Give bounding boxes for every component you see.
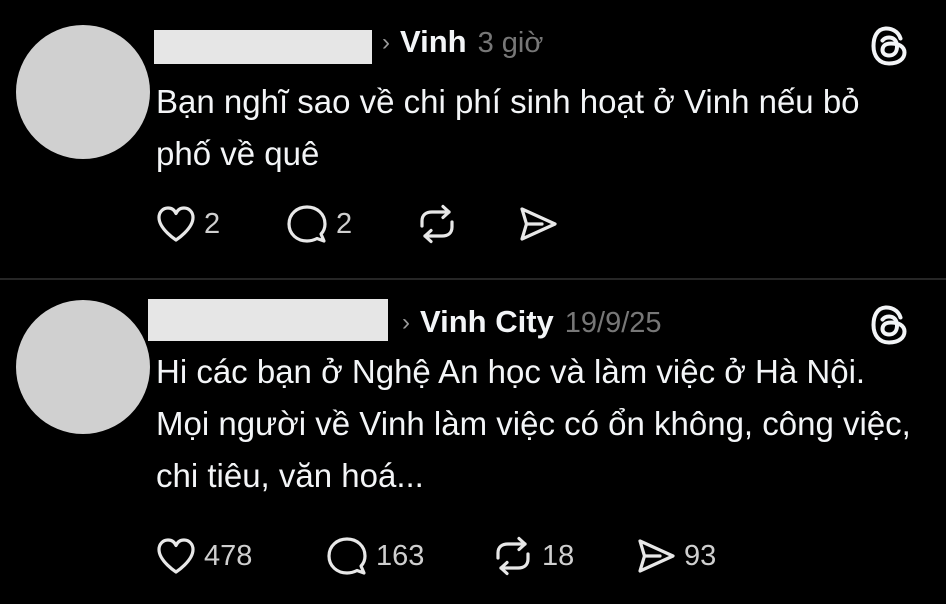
threads-logo-icon[interactable] bbox=[870, 25, 908, 67]
comment-icon bbox=[327, 537, 367, 575]
post-header: › Vinh City 19/9/25 bbox=[402, 304, 662, 340]
repost-button[interactable] bbox=[416, 202, 466, 246]
share-button[interactable]: 93 bbox=[636, 534, 716, 578]
repost-count: 18 bbox=[542, 539, 575, 572]
community-name[interactable]: Vinh bbox=[400, 24, 467, 60]
heart-icon bbox=[157, 206, 195, 242]
chevron-right-icon: › bbox=[382, 29, 390, 56]
share-icon bbox=[638, 539, 675, 573]
post-card[interactable]: › Vinh City 19/9/25 Hi các bạn ở Nghệ An… bbox=[0, 280, 946, 604]
repost-button[interactable]: 18 bbox=[492, 534, 574, 578]
share-count: 93 bbox=[684, 539, 717, 572]
avatar[interactable] bbox=[16, 25, 150, 159]
like-button[interactable]: 478 bbox=[156, 534, 252, 578]
avatar[interactable] bbox=[16, 300, 150, 434]
reply-button[interactable]: 163 bbox=[326, 534, 424, 578]
community-name[interactable]: Vinh City bbox=[420, 304, 554, 340]
post-header: › Vinh 3 giờ bbox=[382, 24, 543, 60]
post-text: Bạn nghĩ sao về chi phí sinh hoạt ở Vinh… bbox=[156, 83, 860, 172]
redacted-username bbox=[154, 30, 372, 64]
like-count: 478 bbox=[204, 539, 253, 572]
share-button[interactable] bbox=[518, 202, 566, 246]
post-timestamp: 3 giờ bbox=[477, 27, 544, 59]
like-count: 2 bbox=[204, 207, 221, 240]
post-text: Hi các bạn ở Nghệ An học và làm việc ở H… bbox=[156, 353, 911, 494]
comment-icon bbox=[287, 205, 327, 243]
redacted-username bbox=[148, 299, 388, 341]
repost-icon bbox=[496, 536, 530, 576]
reply-button[interactable]: 2 bbox=[286, 202, 352, 246]
reply-count: 2 bbox=[336, 207, 353, 240]
repost-icon bbox=[420, 204, 454, 244]
post-timestamp: 19/9/25 bbox=[564, 307, 662, 339]
chevron-right-icon: › bbox=[402, 309, 410, 336]
reply-count: 163 bbox=[376, 539, 425, 572]
heart-icon bbox=[157, 538, 195, 574]
like-button[interactable]: 2 bbox=[156, 202, 220, 246]
threads-logo-icon[interactable] bbox=[870, 304, 908, 346]
share-icon bbox=[520, 207, 557, 241]
post-card[interactable]: › Vinh 3 giờ Bạn nghĩ sao về chi phí sin… bbox=[0, 0, 946, 278]
